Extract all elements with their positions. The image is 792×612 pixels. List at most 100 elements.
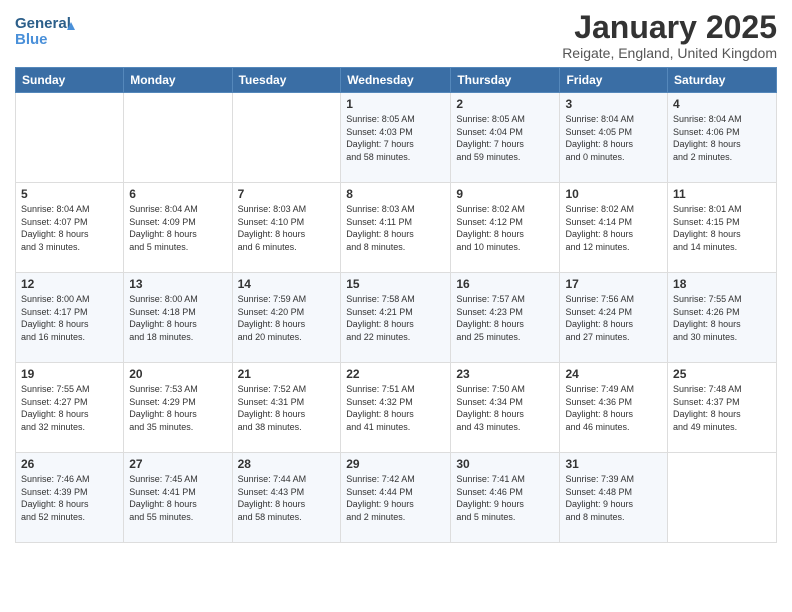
day-info: Sunrise: 7:50 AM Sunset: 4:34 PM Dayligh… xyxy=(456,383,554,433)
svg-text:Blue: Blue xyxy=(15,31,48,48)
day-cell: 19 Sunrise: 7:55 AM Sunset: 4:27 PM Dayli… xyxy=(16,363,124,453)
day-info: Sunrise: 8:01 AM Sunset: 4:15 PM Dayligh… xyxy=(673,203,771,253)
day-info: Sunrise: 8:03 AM Sunset: 4:10 PM Dayligh… xyxy=(238,203,336,253)
day-number: 20 xyxy=(129,367,226,381)
day-cell: 1Sunrise: 8:05 AM Sunset: 4:03 PM Daylig… xyxy=(341,93,451,183)
week-row-5: 26 Sunrise: 7:46 AM Sunset: 4:39 PM Dayli… xyxy=(16,453,777,543)
weekday-header-row: Sunday Monday Tuesday Wednesday Thursday… xyxy=(16,68,777,93)
day-number: 28 xyxy=(238,457,336,471)
day-info: Sunrise: 7:56 AM Sunset: 4:24 PM Dayligh… xyxy=(565,293,662,343)
day-number: 12 xyxy=(21,277,118,291)
day-number: 2 xyxy=(456,97,554,111)
page: General Blue January 2025 Reigate, Engla… xyxy=(0,0,792,612)
day-number: 23 xyxy=(456,367,554,381)
location: Reigate, England, United Kingdom xyxy=(562,45,777,61)
day-cell: 16 Sunrise: 7:57 AM Sunset: 4:23 PM Dayli… xyxy=(451,273,560,363)
day-info: Sunrise: 7:58 AM Sunset: 4:21 PM Dayligh… xyxy=(346,293,445,343)
month-title: January 2025 xyxy=(562,10,777,45)
day-number: 30 xyxy=(456,457,554,471)
day-cell: 2 Sunrise: 8:05 AM Sunset: 4:04 PM Daylig… xyxy=(451,93,560,183)
day-cell: 17 Sunrise: 7:56 AM Sunset: 4:24 PM Dayli… xyxy=(560,273,668,363)
day-number: 15 xyxy=(346,277,445,291)
day-info: Sunrise: 8:02 AM Sunset: 4:12 PM Dayligh… xyxy=(456,203,554,253)
header-thursday: Thursday xyxy=(451,68,560,93)
day-info: Sunrise: 7:44 AM Sunset: 4:43 PM Dayligh… xyxy=(238,473,336,523)
day-cell xyxy=(232,93,341,183)
day-number: 5 xyxy=(21,187,118,201)
day-number: 16 xyxy=(456,277,554,291)
day-cell: 26 Sunrise: 7:46 AM Sunset: 4:39 PM Dayli… xyxy=(16,453,124,543)
day-cell: 3 Sunrise: 8:04 AM Sunset: 4:05 PM Daylig… xyxy=(560,93,668,183)
header-friday: Friday xyxy=(560,68,668,93)
day-info: Sunrise: 8:05 AM Sunset: 4:04 PM Dayligh… xyxy=(456,113,554,163)
day-cell: 9 Sunrise: 8:02 AM Sunset: 4:12 PM Daylig… xyxy=(451,183,560,273)
day-info: Sunrise: 8:04 AM Sunset: 4:06 PM Dayligh… xyxy=(673,113,771,163)
day-cell: 13Sunrise: 8:00 AM Sunset: 4:18 PM Dayli… xyxy=(124,273,232,363)
day-number: 9 xyxy=(456,187,554,201)
day-info: Sunrise: 7:52 AM Sunset: 4:31 PM Dayligh… xyxy=(238,383,336,433)
day-info: Sunrise: 7:53 AM Sunset: 4:29 PM Dayligh… xyxy=(129,383,226,433)
day-number: 19 xyxy=(21,367,118,381)
day-number: 4 xyxy=(673,97,771,111)
day-cell xyxy=(16,93,124,183)
logo-general: General Blue xyxy=(15,10,75,51)
header: General Blue January 2025 Reigate, Engla… xyxy=(15,10,777,61)
day-info: Sunrise: 8:04 AM Sunset: 4:07 PM Dayligh… xyxy=(21,203,118,253)
day-info: Sunrise: 7:55 AM Sunset: 4:26 PM Dayligh… xyxy=(673,293,771,343)
header-wednesday: Wednesday xyxy=(341,68,451,93)
day-cell: 14Sunrise: 7:59 AM Sunset: 4:20 PM Dayli… xyxy=(232,273,341,363)
day-info: Sunrise: 7:48 AM Sunset: 4:37 PM Dayligh… xyxy=(673,383,771,433)
day-number: 6 xyxy=(129,187,226,201)
day-cell: 21Sunrise: 7:52 AM Sunset: 4:31 PM Dayli… xyxy=(232,363,341,453)
day-info: Sunrise: 7:59 AM Sunset: 4:20 PM Dayligh… xyxy=(238,293,336,343)
day-info: Sunrise: 8:04 AM Sunset: 4:05 PM Dayligh… xyxy=(565,113,662,163)
svg-text:General: General xyxy=(15,15,71,32)
day-number: 27 xyxy=(129,457,226,471)
week-row-4: 19 Sunrise: 7:55 AM Sunset: 4:27 PM Dayli… xyxy=(16,363,777,453)
day-cell: 10Sunrise: 8:02 AM Sunset: 4:14 PM Dayli… xyxy=(560,183,668,273)
day-cell: 23 Sunrise: 7:50 AM Sunset: 4:34 PM Dayli… xyxy=(451,363,560,453)
day-info: Sunrise: 7:51 AM Sunset: 4:32 PM Dayligh… xyxy=(346,383,445,433)
day-cell: 18Sunrise: 7:55 AM Sunset: 4:26 PM Dayli… xyxy=(668,273,777,363)
day-info: Sunrise: 8:02 AM Sunset: 4:14 PM Dayligh… xyxy=(565,203,662,253)
day-number: 11 xyxy=(673,187,771,201)
header-saturday: Saturday xyxy=(668,68,777,93)
header-tuesday: Tuesday xyxy=(232,68,341,93)
day-number: 13 xyxy=(129,277,226,291)
day-number: 26 xyxy=(21,457,118,471)
header-monday: Monday xyxy=(124,68,232,93)
day-cell: 22 Sunrise: 7:51 AM Sunset: 4:32 PM Dayli… xyxy=(341,363,451,453)
day-cell: 28 Sunrise: 7:44 AM Sunset: 4:43 PM Dayli… xyxy=(232,453,341,543)
day-info: Sunrise: 7:39 AM Sunset: 4:48 PM Dayligh… xyxy=(565,473,662,523)
day-info: Sunrise: 8:05 AM Sunset: 4:03 PM Dayligh… xyxy=(346,113,445,163)
day-info: Sunrise: 7:45 AM Sunset: 4:41 PM Dayligh… xyxy=(129,473,226,523)
day-cell: 30 Sunrise: 7:41 AM Sunset: 4:46 PM Dayli… xyxy=(451,453,560,543)
day-number: 22 xyxy=(346,367,445,381)
day-cell: 31 Sunrise: 7:39 AM Sunset: 4:48 PM Dayli… xyxy=(560,453,668,543)
day-cell xyxy=(668,453,777,543)
calendar: Sunday Monday Tuesday Wednesday Thursday… xyxy=(15,67,777,543)
week-row-1: 1Sunrise: 8:05 AM Sunset: 4:03 PM Daylig… xyxy=(16,93,777,183)
day-number: 3 xyxy=(565,97,662,111)
week-row-2: 5 Sunrise: 8:04 AM Sunset: 4:07 PM Daylig… xyxy=(16,183,777,273)
day-cell xyxy=(124,93,232,183)
day-info: Sunrise: 7:57 AM Sunset: 4:23 PM Dayligh… xyxy=(456,293,554,343)
day-info: Sunrise: 7:49 AM Sunset: 4:36 PM Dayligh… xyxy=(565,383,662,433)
day-cell: 8 Sunrise: 8:03 AM Sunset: 4:11 PM Daylig… xyxy=(341,183,451,273)
day-cell: 7Sunrise: 8:03 AM Sunset: 4:10 PM Daylig… xyxy=(232,183,341,273)
day-info: Sunrise: 7:41 AM Sunset: 4:46 PM Dayligh… xyxy=(456,473,554,523)
day-cell: 24 Sunrise: 7:49 AM Sunset: 4:36 PM Dayli… xyxy=(560,363,668,453)
title-block: January 2025 Reigate, England, United Ki… xyxy=(562,10,777,61)
day-number: 8 xyxy=(346,187,445,201)
day-number: 24 xyxy=(565,367,662,381)
day-info: Sunrise: 8:04 AM Sunset: 4:09 PM Dayligh… xyxy=(129,203,226,253)
day-cell: 29Sunrise: 7:42 AM Sunset: 4:44 PM Dayli… xyxy=(341,453,451,543)
day-cell: 25Sunrise: 7:48 AM Sunset: 4:37 PM Dayli… xyxy=(668,363,777,453)
day-number: 31 xyxy=(565,457,662,471)
day-info: Sunrise: 7:46 AM Sunset: 4:39 PM Dayligh… xyxy=(21,473,118,523)
day-info: Sunrise: 8:03 AM Sunset: 4:11 PM Dayligh… xyxy=(346,203,445,253)
logo: General Blue xyxy=(15,10,75,51)
day-info: Sunrise: 7:55 AM Sunset: 4:27 PM Dayligh… xyxy=(21,383,118,433)
day-number: 29 xyxy=(346,457,445,471)
day-number: 17 xyxy=(565,277,662,291)
